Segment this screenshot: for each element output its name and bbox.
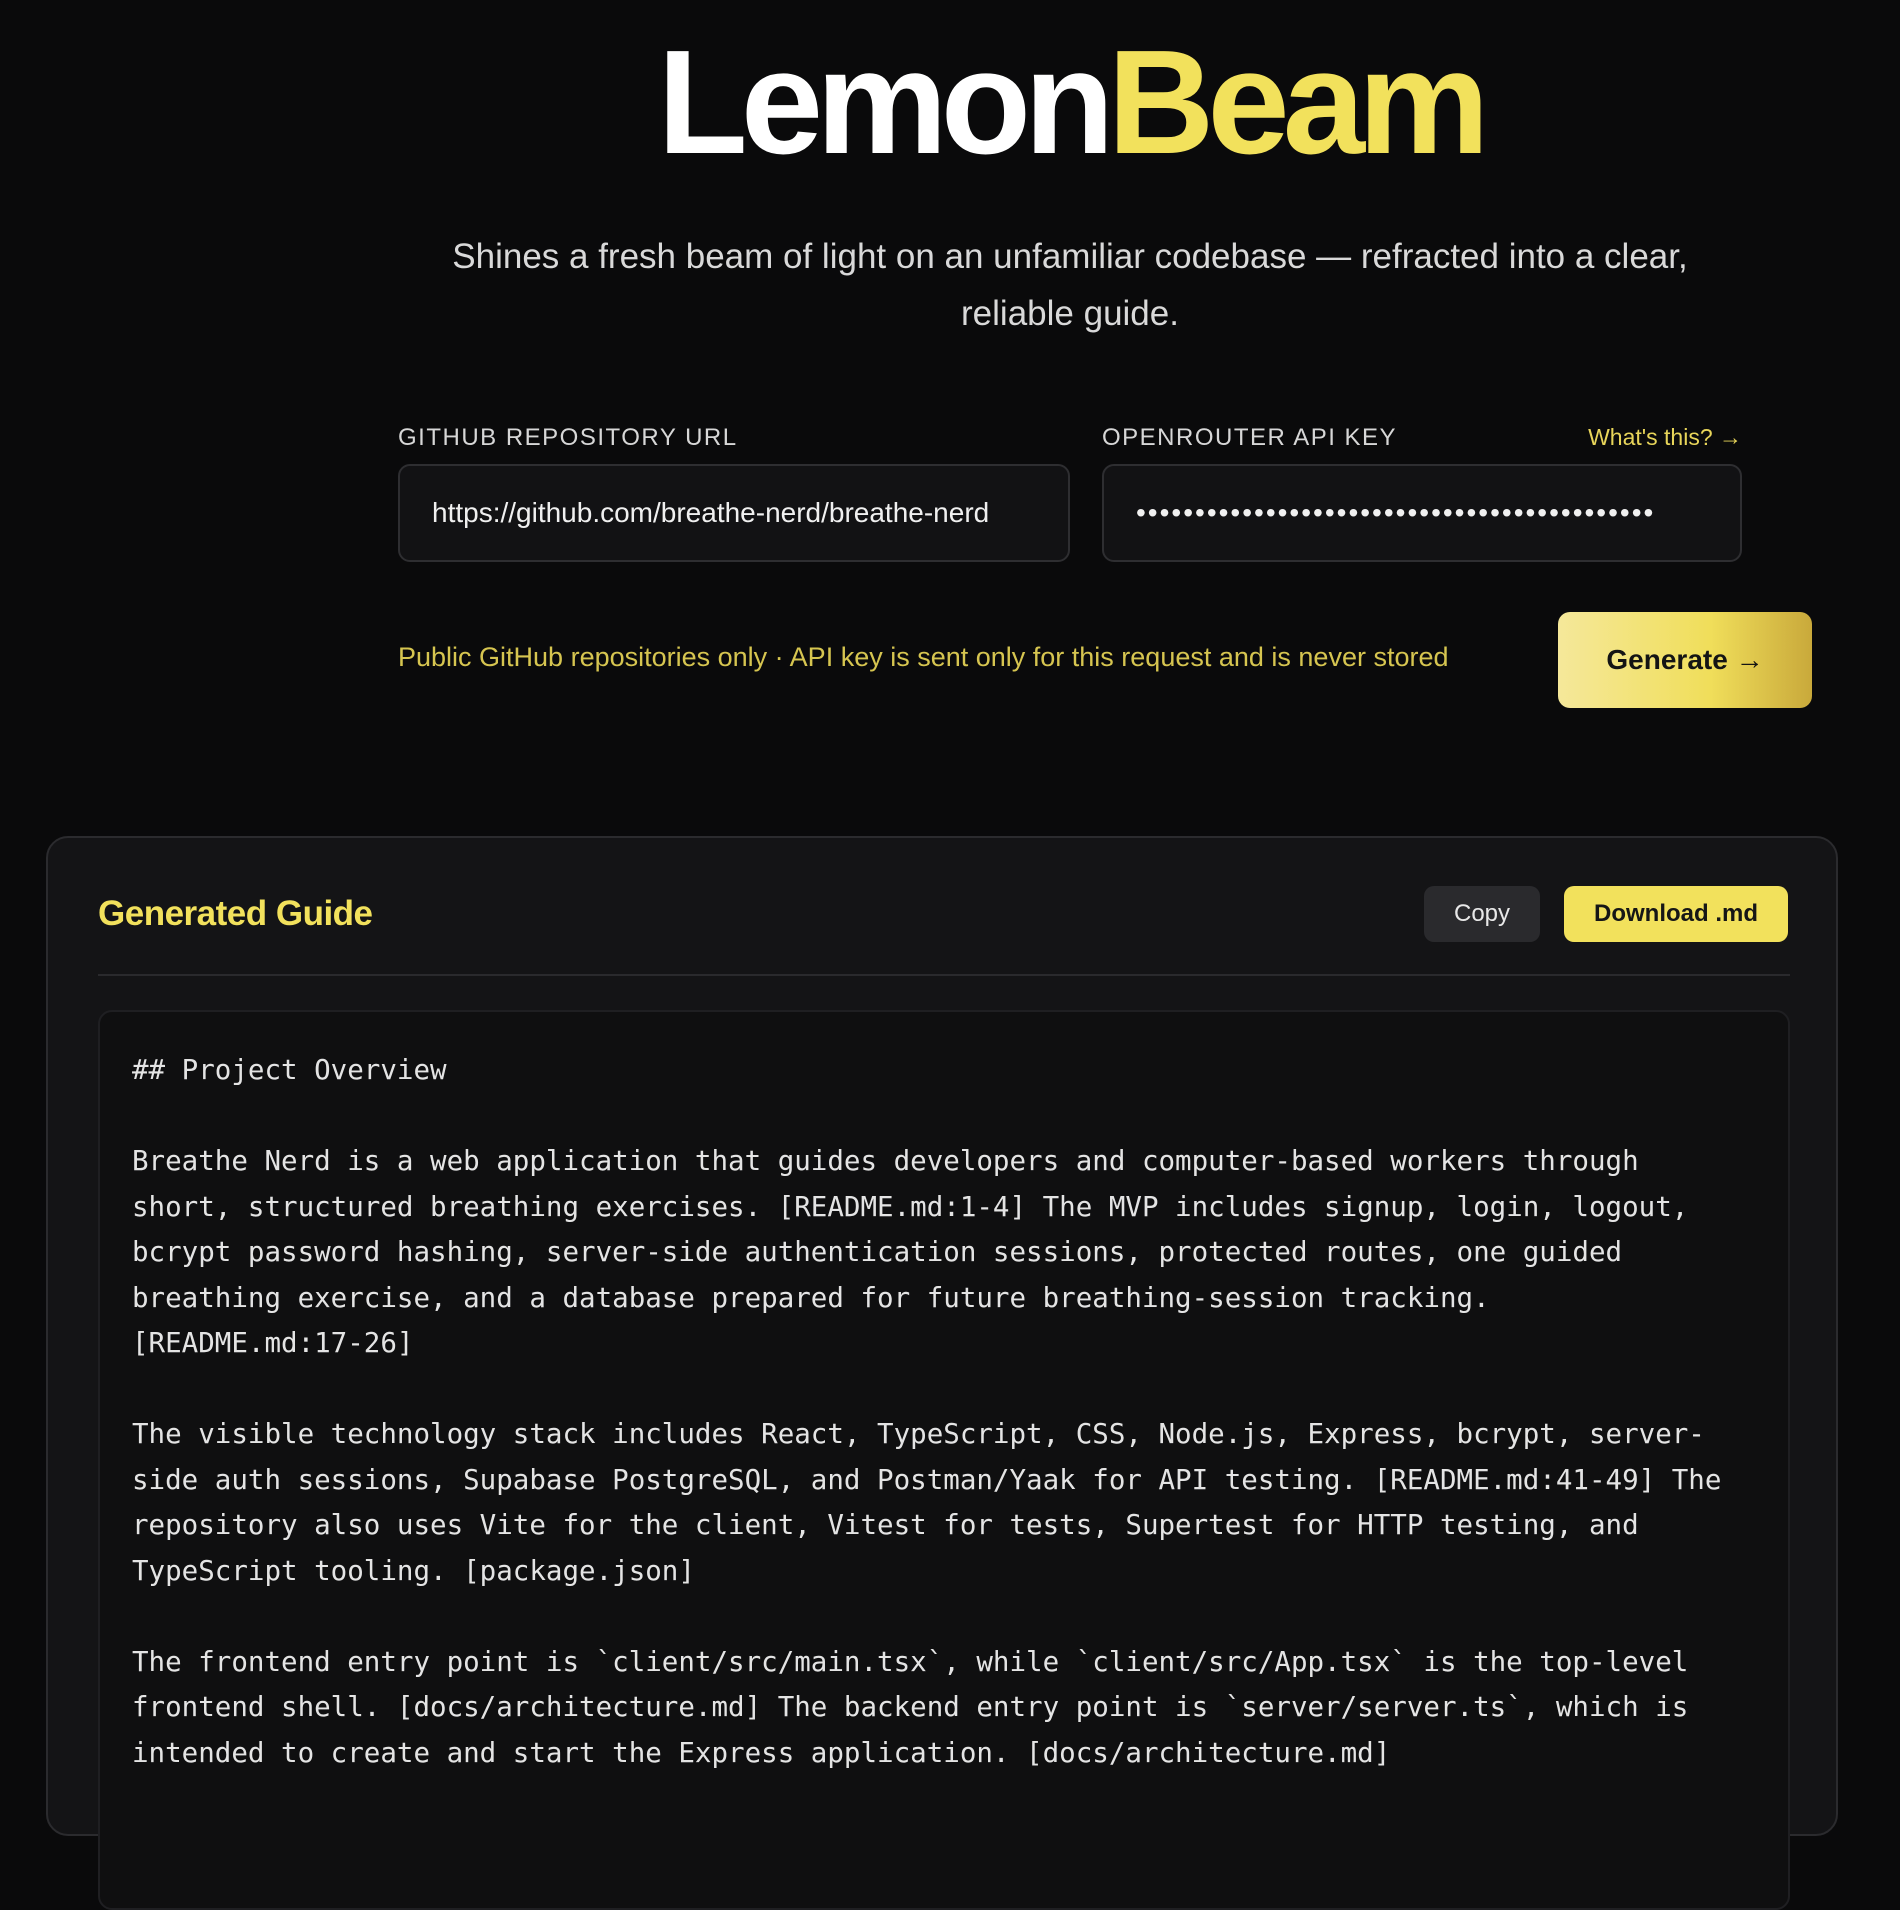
app-logo: LemonBeam xyxy=(0,18,1900,188)
guide-header-divider xyxy=(98,974,1790,976)
privacy-notice: Public GitHub repositories only · API ke… xyxy=(398,642,1449,672)
markdown-line xyxy=(132,1367,1788,1413)
markdown-line: side auth sessions, Supabase PostgreSQL,… xyxy=(132,1463,1722,1496)
markdown-line: short, structured breathing exercises. [… xyxy=(132,1190,1689,1223)
generate-button[interactable]: Generate → xyxy=(1558,612,1812,708)
guide-markdown-output[interactable]: ## Project Overview Breathe Nerd is a we… xyxy=(98,1010,1790,1910)
tagline: Shines a fresh beam of light on an unfam… xyxy=(452,237,1688,333)
markdown-line: frontend shell. [docs/architecture.md] T… xyxy=(132,1691,1689,1723)
download-md-button[interactable]: Download .md xyxy=(1564,886,1788,942)
api-key-help-link[interactable]: What's this? → xyxy=(1588,424,1742,451)
repo-url-input[interactable] xyxy=(398,464,1070,562)
markdown-line: The frontend entry point is `client/src/… xyxy=(132,1645,1689,1678)
markdown-line: The visible technology stack includes Re… xyxy=(132,1418,1705,1450)
logo-word-lemon: Lemon xyxy=(657,20,1114,185)
markdown-line: intended to create and start the Express… xyxy=(132,1736,1391,1769)
api-key-label: OPENROUTER API KEY xyxy=(1102,424,1398,451)
markdown-line: [README.md:17-26] xyxy=(132,1327,414,1359)
markdown-line: TypeScript tooling. [package.json] xyxy=(132,1554,695,1587)
repo-url-label: GITHUB REPOSITORY URL xyxy=(398,424,738,451)
api-key-input[interactable] xyxy=(1102,464,1742,562)
copy-button[interactable]: Copy xyxy=(1424,886,1540,942)
logo-word-beam: Beam xyxy=(1107,20,1490,185)
generated-guide-panel: Generated Guide Copy Download .md ## Pro… xyxy=(46,836,1838,1910)
markdown-line xyxy=(132,1594,1788,1640)
guide-title: Generated Guide xyxy=(98,894,373,933)
markdown-line: breathing exercise, and a database prepa… xyxy=(132,1281,1490,1314)
markdown-line: repository also uses Vite for the client… xyxy=(132,1509,1639,1541)
markdown-line xyxy=(132,1094,1788,1140)
markdown-line: Breathe Nerd is a web application that g… xyxy=(132,1145,1639,1177)
markdown-line: ## Project Overview xyxy=(132,1054,447,1086)
markdown-line: bcrypt password hashing, server-side aut… xyxy=(132,1236,1623,1268)
